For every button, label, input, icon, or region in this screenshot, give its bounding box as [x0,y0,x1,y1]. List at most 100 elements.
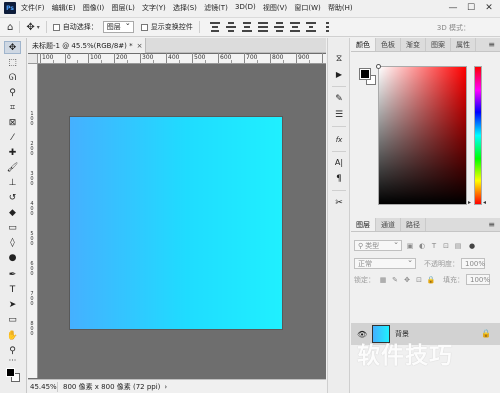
fill-field[interactable]: 100% [466,274,490,285]
foreground-background-swatches[interactable] [6,368,20,382]
menu-window[interactable]: 窗口(W) [294,3,320,13]
opacity-field[interactable]: 100% [461,258,485,269]
ruler-label: 0 [30,331,34,337]
blend-mode-dropdown[interactable]: 正常 [354,256,416,269]
menu-type[interactable]: 文字(Y) [142,3,166,13]
adjustments-icon[interactable]: ☰ [332,108,346,121]
chevron-right-icon[interactable]: › [164,383,167,391]
close-button[interactable]: ✕ [480,1,498,14]
hue-slider[interactable] [474,66,482,205]
actions-play-icon[interactable]: ▶ [332,68,346,81]
document-title: 未标题-1 @ 45.5%(RGB/8#) * [32,41,133,50]
tab-properties[interactable]: 属性 [451,38,476,51]
pen-tool-icon[interactable]: ✒ [4,268,21,281]
tab-patterns[interactable]: 图案 [426,38,451,51]
zoom-level-field[interactable]: 45.45% [28,381,58,392]
menu-layer[interactable]: 图层(L) [111,3,134,13]
paragraph-icon[interactable]: ¶ [332,172,346,185]
filter-adjustment-icon[interactable]: ◐ [418,242,426,250]
menu-select[interactable]: 选择(S) [173,3,197,13]
rectangle-tool-icon[interactable]: ▭ [4,313,21,326]
fx-icon[interactable]: fx [332,133,346,146]
menu-image[interactable]: 图像(I) [83,3,105,13]
tab-paths[interactable]: 路径 [401,218,426,231]
marquee-tool-icon[interactable]: ⬚ [4,56,21,69]
lock-position-icon[interactable]: ✥ [403,276,411,284]
menu-filter[interactable]: 滤镜(T) [204,3,228,13]
menu-help[interactable]: 帮助(H) [328,3,353,13]
menu-file[interactable]: 文件(F) [21,3,45,13]
brush-settings-icon[interactable]: ✎ [332,92,346,105]
distribute-icon[interactable] [306,22,317,32]
type-tool-icon[interactable]: T [4,283,21,296]
filter-type-icon[interactable]: T [430,242,438,250]
hand-tool-icon[interactable]: ✋ [4,329,21,342]
maximize-button[interactable]: ☐ [462,1,480,14]
align-center-icon[interactable] [274,22,285,32]
more-tools-icon[interactable]: ··· [4,356,21,365]
history-brush-tool-icon[interactable]: ↺ [4,191,21,204]
lock-pixels-icon[interactable]: ✎ [391,276,399,284]
move-tool-icon[interactable]: ✥ [4,41,21,54]
foreground-color-swatch[interactable] [6,368,15,377]
minimize-button[interactable]: — [444,1,462,14]
more-align-icon[interactable] [322,22,333,32]
show-transform-checkbox[interactable] [140,23,148,31]
align-left-icon[interactable] [258,22,269,32]
tab-swatches[interactable]: 色板 [376,38,401,51]
path-selection-tool-icon[interactable]: ➤ [4,298,21,311]
lock-artboard-icon[interactable]: ⊡ [415,276,423,284]
color-picker-handle[interactable] [376,64,381,69]
lock-transparent-icon[interactable]: ▦ [379,276,387,284]
brush-tool-icon[interactable]: 🖌 [4,161,21,174]
filter-toggle-icon[interactable]: ● [468,242,476,250]
move-icon[interactable]: ✥ [26,22,34,33]
character-icon[interactable]: A| [332,156,346,169]
home-icon[interactable]: ⌂ [7,22,13,33]
gradient-tool-icon[interactable]: ▭ [4,221,21,234]
color-panel-tabs: 颜色 色板 渐变 图案 属性 ≡ [351,38,500,52]
align-top-icon[interactable] [210,22,221,32]
filter-shape-icon[interactable]: ⊡ [442,242,450,250]
history-icon[interactable]: ⧖ [332,52,346,65]
healing-brush-tool-icon[interactable]: ✚ [4,146,21,159]
ruler-corner [28,54,38,64]
auto-select-checkbox[interactable] [52,23,60,31]
color-picker-field[interactable] [378,66,467,205]
hue-slider-arrow-icon[interactable]: ◂ [483,199,486,206]
tab-gradients[interactable]: 渐变 [401,38,426,51]
align-middle-icon[interactable] [226,22,237,32]
eraser-tool-icon[interactable]: ◆ [4,206,21,219]
layer-filter-dropdown[interactable]: ⚲ 类型 [354,238,402,251]
tab-layers[interactable]: 图层 [351,218,376,231]
foreground-color-swatch[interactable] [359,68,371,80]
chevron-down-icon[interactable]: ▾ [37,24,40,31]
panel-menu-icon[interactable]: ≡ [488,220,495,229]
menu-3d[interactable]: 3D(D) [235,3,256,13]
lock-all-icon[interactable]: 🔒 [427,276,436,284]
align-bottom-icon[interactable] [242,22,253,32]
auto-select-target-dropdown[interactable]: 图层 [102,19,134,33]
close-icon[interactable]: × [137,42,143,50]
filter-smart-object-icon[interactable]: ▤ [454,242,462,250]
lasso-tool-icon[interactable]: ᘏ [4,71,21,84]
tab-channels[interactable]: 通道 [376,218,401,231]
document-canvas[interactable] [70,117,282,329]
eyedropper-tool-icon[interactable]: ⁄ [4,131,21,144]
menu-view[interactable]: 视图(V) [263,3,287,13]
tab-color[interactable]: 颜色 [351,38,376,51]
ruler-label: 0 [30,301,34,307]
dodge-tool-icon[interactable]: ● [4,251,21,264]
filter-pixel-icon[interactable]: ▣ [406,242,414,250]
magic-wand-tool-icon[interactable]: ⚲ [4,86,21,99]
crop-tool-icon[interactable]: ⌗ [4,101,21,114]
blur-tool-icon[interactable]: ◊ [4,236,21,249]
panel-menu-icon[interactable]: ≡ [488,40,495,49]
menu-edit[interactable]: 编辑(E) [52,3,76,13]
clone-stamp-tool-icon[interactable]: ⊥ [4,176,21,189]
align-right-icon[interactable] [290,22,301,32]
tools-icon[interactable]: ✂ [332,196,346,209]
document-tab[interactable]: 未标题-1 @ 45.5%(RGB/8#) * × [28,38,146,53]
frame-tool-icon[interactable]: ⊠ [4,116,21,129]
hue-slider-arrow-icon[interactable]: ▸ [468,199,471,206]
